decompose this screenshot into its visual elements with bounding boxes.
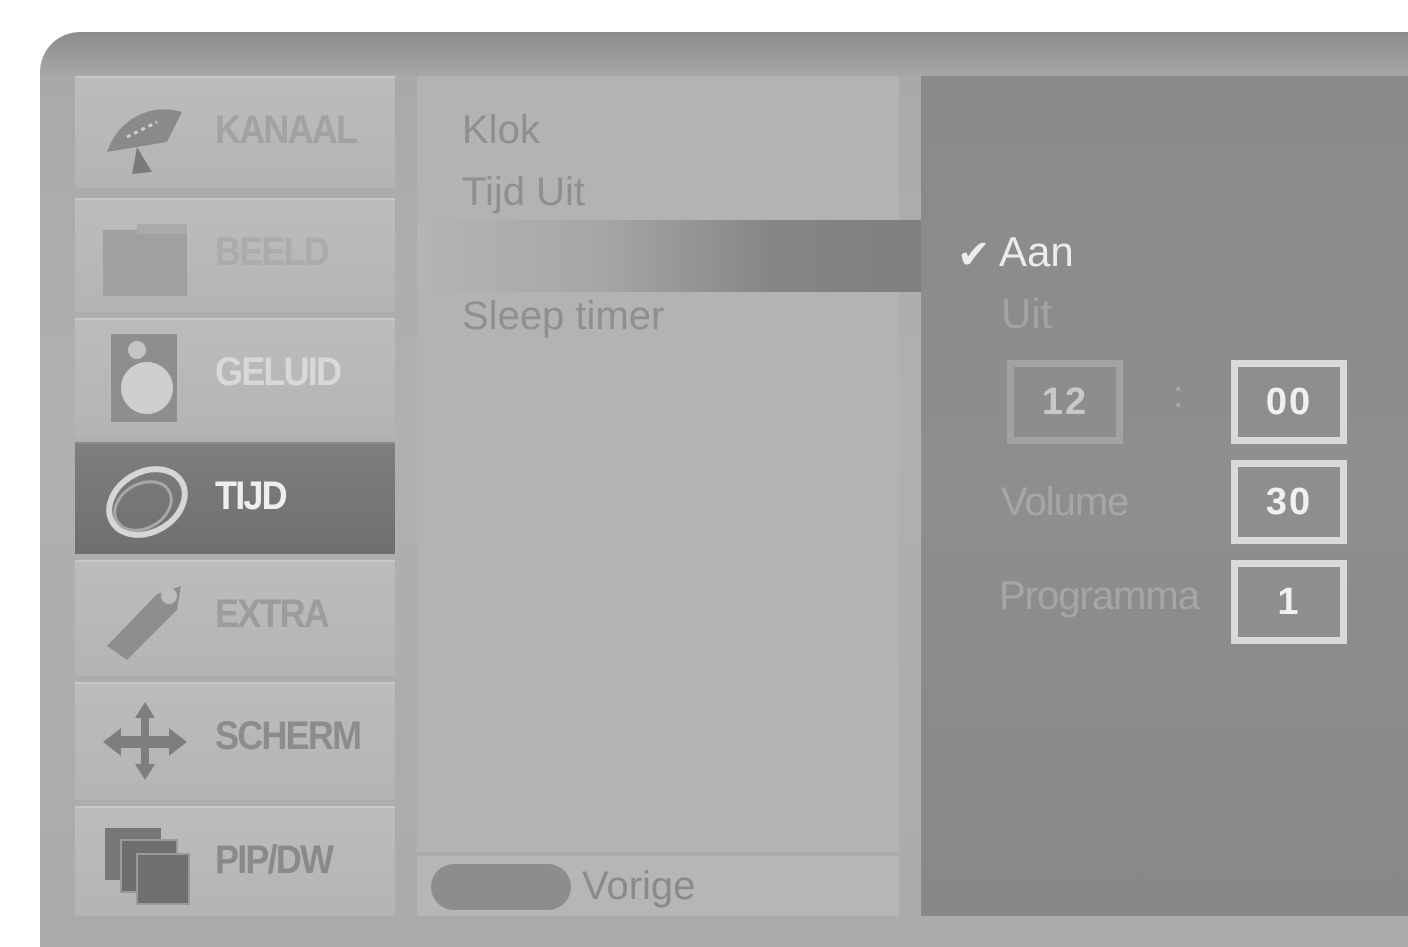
menu-item-klok[interactable]: Klok (462, 108, 540, 153)
menu-item-tijd-uit[interactable]: Tijd Uit (462, 170, 585, 215)
pip-windows-icon (105, 828, 190, 905)
back-bar[interactable]: Vorige (417, 856, 899, 916)
sidebar-item-label: SCHERM (215, 714, 362, 758)
speaker-icon (111, 334, 177, 422)
sidebar-item-label: GELUID (215, 350, 342, 394)
sidebar-item-tijd[interactable]: TIJD (75, 442, 395, 554)
sidebar-item-label: KANAAL (215, 108, 358, 152)
option-aan[interactable]: Aan (999, 228, 1074, 276)
time-colon: : (1173, 374, 1184, 416)
sidebar-item-label: BEELD (215, 230, 330, 274)
program-field[interactable]: 1 (1231, 560, 1347, 644)
sidebar-item-label: PIP/DW (215, 838, 334, 882)
picture-icon (103, 224, 187, 296)
sidebar-item-label: TIJD (215, 474, 288, 518)
clock-orbit-icon (106, 466, 188, 538)
options-panel: ✔ Aan Uit 12 : 00 Volume 30 Programma 1 (921, 76, 1408, 916)
back-label: Vorige (582, 864, 696, 908)
option-uit[interactable]: Uit (1001, 290, 1052, 338)
volume-field[interactable]: 30 (1231, 460, 1347, 544)
volume-label: Volume (1001, 480, 1129, 524)
program-label: Programma (999, 574, 1200, 618)
sidebar-item-beeld[interactable]: BEELD (75, 198, 395, 312)
back-button-pill[interactable] (431, 864, 571, 910)
sidebar-item-label: EXTRA (215, 592, 330, 636)
sidebar-item-geluid[interactable]: GELUID (75, 318, 395, 436)
arrows-cross-icon (103, 702, 187, 780)
check-icon: ✔ (957, 233, 991, 277)
sidebar-item-kanaal[interactable]: KANAAL (75, 76, 395, 188)
tag-icon (107, 586, 181, 660)
menu-item-sleep-timer[interactable]: Sleep timer (462, 294, 664, 339)
menu-item-selected[interactable] (417, 220, 929, 292)
sidebar-item-extra[interactable]: EXTRA (75, 560, 395, 676)
hour-field[interactable]: 12 (1007, 360, 1123, 444)
sidebar-item-scherm[interactable]: SCHERM (75, 682, 395, 800)
minute-field[interactable]: 00 (1231, 360, 1347, 444)
satellite-dish-icon (107, 109, 182, 174)
sidebar-item-pipdw[interactable]: PIP/DW (75, 806, 395, 916)
